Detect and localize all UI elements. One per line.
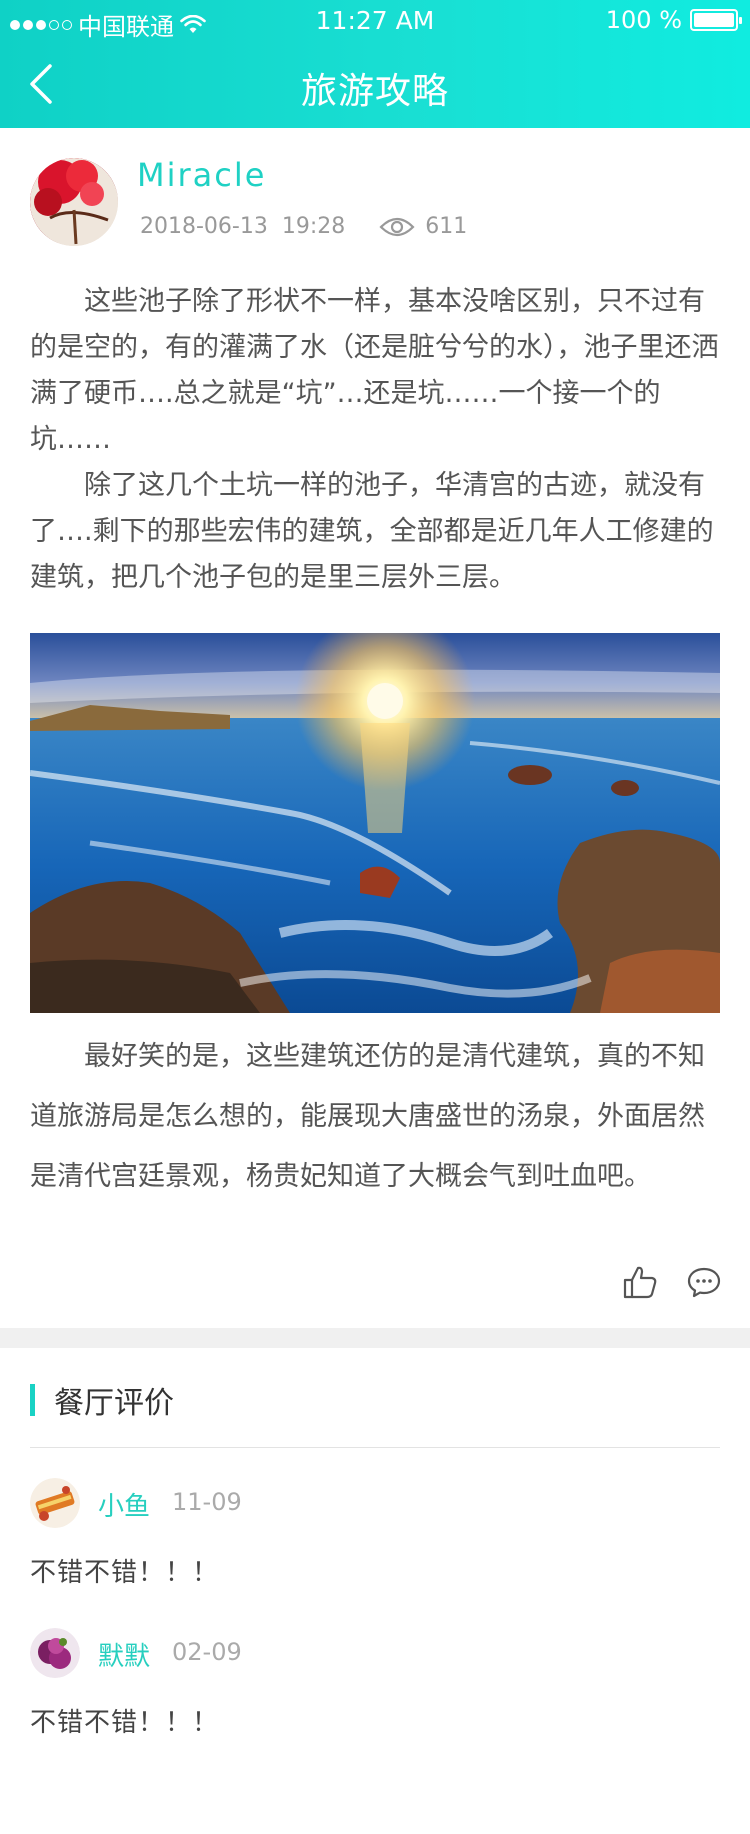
review-date: 11-09 (172, 1488, 242, 1516)
battery-fill (694, 13, 734, 27)
reviews-header: 餐厅评价 (30, 1378, 720, 1448)
seascape-image (30, 633, 720, 1013)
view-count: 611 (379, 214, 467, 239)
page-title: 旅游攻略 (300, 71, 449, 112)
review-date: 02-09 (172, 1638, 242, 1666)
avatar-image (30, 158, 118, 246)
reviewer-avatar[interactable] (30, 1628, 80, 1678)
view-count-value: 611 (425, 214, 468, 239)
article-meta: 2018-06-13 19:28 611 (140, 214, 467, 239)
reviews-title: 餐厅评价 (54, 1386, 174, 1421)
review-text: 不错不错！！！ (30, 1558, 220, 1588)
section-accent-bar (30, 1384, 35, 1416)
article-paragraph: 这些池子除了形状不一样，基本没啥区别，只不过有的是空的，有的灌满了水（还是脏兮兮… (30, 286, 719, 455)
post-date: 2018-06-13 (140, 214, 268, 239)
post-time: 19:28 (281, 214, 346, 239)
thumbs-up-icon[interactable] (622, 1264, 658, 1300)
article-image[interactable] (30, 633, 720, 1013)
battery-percent: 100 % (605, 6, 682, 34)
reviewer-name[interactable]: 默默 (98, 1636, 150, 1673)
avatar-image (30, 1478, 80, 1528)
author-name[interactable]: Miracle (137, 156, 266, 194)
eye-icon (379, 217, 415, 236)
status-bar: 中国联通 11:27 AM 100 % (0, 0, 750, 41)
battery-status: 100 % (605, 6, 742, 34)
review-item: 默默 02-09 不错不错！！！ (30, 1628, 720, 1778)
comment-icon[interactable] (687, 1266, 721, 1298)
reviewer-name[interactable]: 小鱼 (98, 1486, 150, 1523)
app-header: 中国联通 11:27 AM 100 % 旅游攻略 (0, 0, 750, 128)
review-text: 不错不错！！！ (30, 1708, 220, 1738)
avatar-image (30, 1628, 80, 1678)
battery-icon (690, 9, 742, 31)
article-paragraph: 除了这几个土坑一样的池子，华清宫的古迹，就没有了….剩下的那些宏伟的建筑，全部都… (30, 470, 714, 593)
author-avatar[interactable] (30, 158, 118, 246)
section-divider (0, 1328, 750, 1348)
article-paragraph: 最好笑的是，这些建筑还仿的是清代建筑，真的不知道旅游局是怎么想的，能展现大唐盛世… (30, 1041, 705, 1192)
article-actions (0, 1264, 750, 1304)
review-item: 小鱼 11-09 不错不错！！！ (30, 1478, 720, 1628)
reviewer-avatar[interactable] (30, 1478, 80, 1528)
